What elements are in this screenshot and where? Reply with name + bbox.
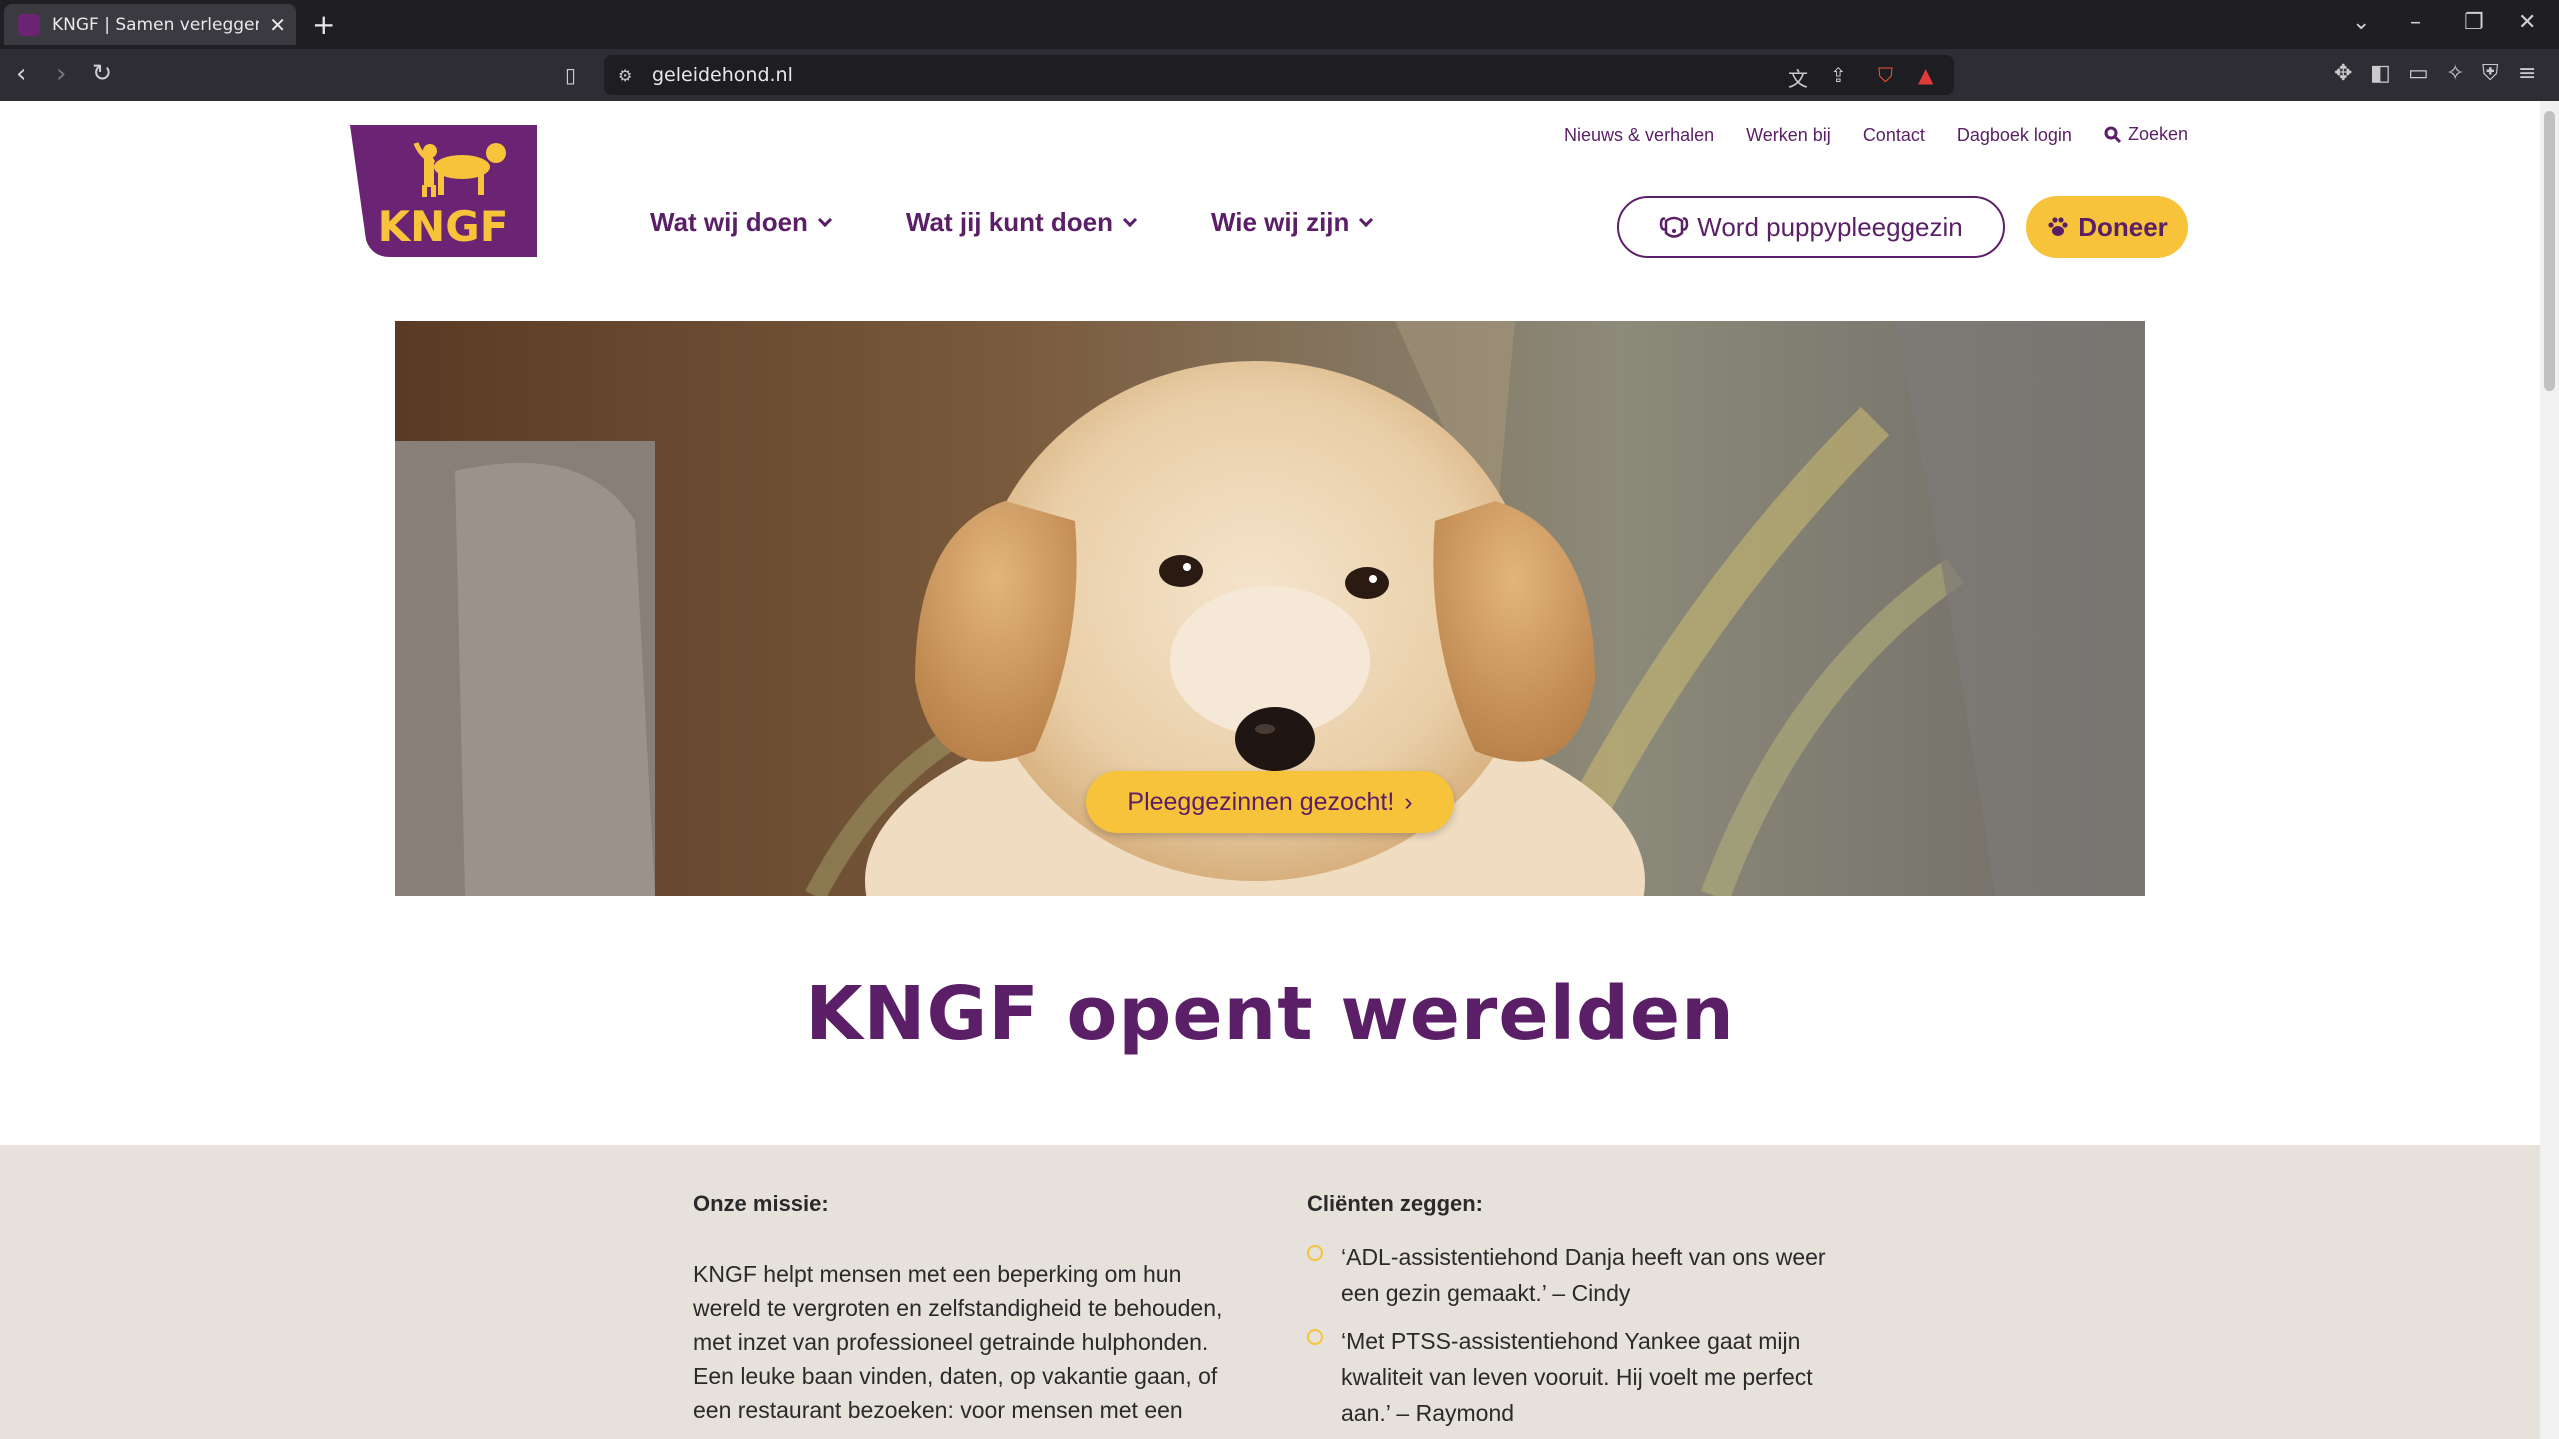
- search-icon: [2104, 126, 2122, 143]
- mission-band: [0, 1145, 2540, 1439]
- nav-label: Wie wij zijn: [1210, 207, 1350, 237]
- client-quote: ‘Met PTSS-assistentiehond Yankee gaat mi…: [1341, 1328, 1813, 1426]
- kngf-favicon-icon: [18, 13, 40, 36]
- address-bar[interactable]: ⚙ geleidehond.nl 文 ⇪ ⛉ ▲: [604, 55, 1954, 95]
- new-tab-icon[interactable]: +: [312, 8, 335, 41]
- sidebar-icon[interactable]: ◧: [2370, 61, 2391, 86]
- check-circle-icon: [1307, 1329, 1323, 1345]
- browser-tab-bar: KNGF | Samen verleggen wij gr ✕ + ⌄ – ❐ …: [0, 0, 2559, 49]
- url-text: geleidehond.nl: [652, 64, 793, 86]
- vpn-icon[interactable]: ⛨: [2482, 61, 2499, 86]
- utility-link-careers[interactable]: Werken bij: [1746, 125, 1831, 146]
- logo-text: KNGF: [378, 202, 509, 251]
- paw-icon: [2048, 217, 2068, 236]
- nav-label: Wat jij kunt doen: [905, 207, 1113, 237]
- minimize-icon[interactable]: –: [2410, 10, 2421, 35]
- chevron-down-icon: [817, 212, 832, 227]
- nav-wat-jij-kunt-doen[interactable]: Wat jij kunt doen: [905, 207, 1138, 238]
- forward-icon[interactable]: ›: [56, 59, 66, 89]
- pleeggezinnen-gezocht-button[interactable]: Pleeggezinnen gezocht! ›: [1086, 771, 1454, 833]
- tab-list-chevron-icon[interactable]: ⌄: [2352, 10, 2370, 35]
- page-headline: KNGF opent werelden: [805, 971, 1735, 1057]
- reload-icon[interactable]: ↻: [92, 59, 112, 87]
- list-item: ‘ADL-assistentiehond Danja heeft van ons…: [1307, 1239, 1847, 1311]
- leo-ai-icon[interactable]: ✧: [2446, 61, 2464, 86]
- close-tab-icon[interactable]: ✕: [269, 13, 286, 37]
- puppy-button-label: Word puppypleeggezin: [1697, 211, 1963, 242]
- utility-link-contact[interactable]: Contact: [1863, 125, 1925, 146]
- clients-heading: Cliënten zeggen:: [1307, 1191, 1484, 1216]
- kngf-logo[interactable]: KNGF: [350, 125, 537, 257]
- nav-wie-wij-zijn[interactable]: Wie wij zijn: [1210, 207, 1374, 238]
- mission-column: Onze missie: KNGF helpt mensen met een b…: [693, 1191, 1238, 1427]
- nav-label: Wat wij doen: [650, 207, 808, 237]
- tab-title: KNGF | Samen verleggen wij gr: [52, 14, 260, 35]
- nav-wat-wij-doen[interactable]: Wat wij doen: [650, 207, 832, 238]
- back-icon[interactable]: ‹: [16, 59, 26, 89]
- site-settings-icon[interactable]: ⚙: [618, 66, 632, 85]
- client-quotes-list: ‘ADL-assistentiehond Danja heeft van ons…: [1307, 1239, 1847, 1431]
- browser-tab[interactable]: KNGF | Samen verleggen wij gr ✕: [4, 4, 296, 45]
- list-item: ‘Met PTSS-assistentiehond Yankee gaat mi…: [1307, 1323, 1847, 1431]
- browser-toolbar: ‹ › ↻ ▯ ⚙ geleidehond.nl 文 ⇪ ⛉ ▲ ✥ ◧ ▭ ✧…: [0, 49, 2559, 101]
- puppy-head-icon: [1659, 216, 1689, 238]
- utility-link-news[interactable]: Nieuws & verhalen: [1564, 125, 1714, 146]
- doneer-button[interactable]: Doneer: [2026, 196, 2188, 258]
- share-icon[interactable]: ⇪: [1830, 63, 1847, 87]
- doneer-label: Doneer: [2078, 211, 2168, 242]
- menu-icon[interactable]: ≡: [2518, 61, 2536, 86]
- check-circle-icon: [1307, 1245, 1323, 1261]
- utility-link-diary-login[interactable]: Dagboek login: [1957, 125, 2072, 146]
- utility-nav: Nieuws & verhalen Werken bij Contact Dag…: [1564, 123, 2188, 146]
- mission-text: KNGF helpt mensen met een beperking om h…: [693, 1261, 1223, 1423]
- main-nav: Wat wij doen Wat jij kunt doen Wie wij z…: [650, 207, 1374, 238]
- chevron-down-icon: [1359, 212, 1374, 227]
- web-page: KNGF Nieuws & verhalen Werken bij Contac…: [0, 101, 2540, 1439]
- hero-cta-label: Pleeggezinnen gezocht!: [1127, 787, 1395, 816]
- scrollbar-thumb[interactable]: [2544, 111, 2555, 391]
- chevron-down-icon: [1122, 212, 1138, 227]
- client-quote: ‘ADL-assistentiehond Danja heeft van ons…: [1341, 1244, 1826, 1306]
- bookmark-icon[interactable]: ▯: [565, 63, 576, 87]
- word-puppypleeggezin-button[interactable]: Word puppypleeggezin: [1617, 196, 2005, 258]
- restore-icon[interactable]: ❐: [2464, 10, 2484, 35]
- wallet-icon[interactable]: ▭: [2408, 61, 2429, 86]
- translate-icon[interactable]: 文: [1788, 63, 1808, 92]
- page-scrollbar[interactable]: [2540, 101, 2559, 1439]
- extensions-icon[interactable]: ✥: [2334, 61, 2352, 86]
- brave-rewards-icon[interactable]: ▲: [1918, 63, 1933, 87]
- search-label: Zoeken: [2127, 124, 2188, 144]
- search-link[interactable]: Zoeken: [2104, 123, 2188, 146]
- chevron-right-icon: ›: [1404, 787, 1413, 816]
- clients-column: Cliënten zeggen: ‘ADL-assistentiehond Da…: [1307, 1191, 1847, 1439]
- brave-shields-icon[interactable]: ⛉: [1878, 63, 1893, 87]
- close-window-icon[interactable]: ✕: [2518, 10, 2536, 35]
- mission-heading: Onze missie:: [693, 1191, 829, 1216]
